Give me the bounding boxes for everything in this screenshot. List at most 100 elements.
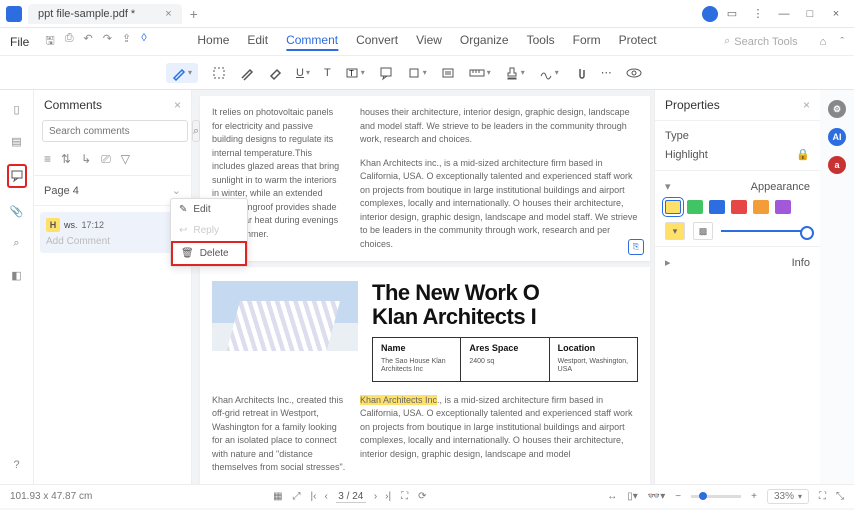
- text-tool[interactable]: T: [324, 67, 331, 79]
- feedback-icon[interactable]: ▭: [720, 2, 744, 26]
- swatch-orange[interactable]: [753, 200, 769, 214]
- attachments-panel-icon[interactable]: 📎: [8, 202, 26, 220]
- bookmarks-icon[interactable]: ▤: [8, 132, 26, 150]
- first-page-icon[interactable]: |‹: [311, 491, 317, 502]
- signature-tool[interactable]: ▾: [539, 66, 559, 80]
- close-panel-icon[interactable]: ×: [174, 98, 181, 112]
- page-input[interactable]: [336, 491, 366, 503]
- textbox-tool[interactable]: T▾: [345, 66, 365, 80]
- share-icon[interactable]: ⇪: [122, 32, 131, 51]
- stamp-tool[interactable]: ▾: [505, 66, 525, 80]
- user-avatar[interactable]: [702, 6, 718, 22]
- undo-icon[interactable]: ↶: [84, 32, 93, 51]
- comments-panel-icon[interactable]: [7, 164, 27, 188]
- page-action-icon[interactable]: ⎘: [628, 239, 644, 255]
- read-icon[interactable]: 👓▾: [648, 491, 665, 502]
- close-button[interactable]: ×: [824, 2, 848, 26]
- actual-size-icon[interactable]: ⛶: [819, 491, 826, 502]
- single-page-icon[interactable]: ▯▾: [627, 491, 638, 502]
- tab-convert[interactable]: Convert: [356, 33, 398, 51]
- page-section-header[interactable]: Page 4 ⌄: [34, 176, 191, 206]
- swatch-blue[interactable]: [709, 200, 725, 214]
- comment-item[interactable]: H ws. 17:12 ⋯ Add Comment: [40, 212, 185, 253]
- tab-close-icon[interactable]: ×: [165, 8, 171, 20]
- next-page-icon[interactable]: ›: [374, 491, 377, 502]
- info-label[interactable]: Info: [792, 257, 810, 269]
- collapse-ribbon-icon[interactable]: ˆ: [840, 36, 844, 48]
- kebab-icon[interactable]: ⋮: [746, 2, 770, 26]
- fields-panel-icon[interactable]: ◧: [8, 266, 26, 284]
- tab-protect[interactable]: Protect: [619, 33, 657, 51]
- zoom-in-icon[interactable]: +: [751, 491, 757, 502]
- ctx-edit[interactable]: ✎Edit: [171, 199, 247, 220]
- new-tab-button[interactable]: +: [190, 6, 198, 22]
- note-tool[interactable]: [441, 66, 455, 80]
- fit-width-icon[interactable]: ↔: [607, 491, 617, 502]
- highlight-quick-icon[interactable]: ◊: [141, 32, 146, 51]
- swatch-green[interactable]: [687, 200, 703, 214]
- file-menu[interactable]: File: [10, 35, 29, 49]
- expand-all-icon[interactable]: ≡: [44, 152, 51, 167]
- minimize-button[interactable]: —: [772, 2, 796, 26]
- tab-form[interactable]: Form: [573, 33, 601, 51]
- lock-icon[interactable]: 🔒: [796, 148, 810, 161]
- highlighted-text[interactable]: Khan Architects Inc: [360, 395, 437, 405]
- more-tool[interactable]: ⋯: [601, 66, 612, 79]
- thumbnails-icon[interactable]: ▯: [8, 100, 26, 118]
- zoom-select[interactable]: 33%▾: [767, 489, 809, 504]
- opacity-slider[interactable]: [721, 230, 810, 232]
- pencil-tool[interactable]: [240, 66, 254, 80]
- tab-view[interactable]: View: [416, 33, 442, 51]
- tab-tools[interactable]: Tools: [527, 33, 555, 51]
- search-panel-icon[interactable]: ⌕: [8, 234, 26, 252]
- reply-icon[interactable]: ↳: [81, 152, 91, 167]
- fill-color-picker[interactable]: ▾: [665, 222, 685, 240]
- document-tab[interactable]: ppt file-sample.pdf * ×: [28, 4, 182, 24]
- tab-edit[interactable]: Edit: [247, 33, 268, 51]
- help-icon[interactable]: ?: [8, 456, 26, 474]
- tab-comment[interactable]: Comment: [286, 33, 338, 51]
- measure-tool[interactable]: ▾: [469, 66, 491, 80]
- last-page-icon[interactable]: ›|: [385, 491, 391, 502]
- help-icon[interactable]: ⌂: [820, 36, 827, 48]
- add-comment-input[interactable]: Add Comment: [46, 232, 179, 253]
- close-properties-icon[interactable]: ×: [803, 98, 810, 112]
- ctx-delete[interactable]: 🗑Delete: [171, 241, 247, 266]
- tab-home[interactable]: Home: [197, 33, 229, 51]
- swatch-purple[interactable]: [775, 200, 791, 214]
- eraser-tool[interactable]: [268, 66, 282, 80]
- swatch-yellow[interactable]: [665, 200, 681, 214]
- print-icon[interactable]: ⎙: [65, 32, 74, 51]
- ai-assistant-icon[interactable]: AI: [828, 128, 846, 146]
- zoom-out-icon[interactable]: −: [675, 491, 681, 502]
- sort-icon[interactable]: ⇅: [61, 152, 71, 167]
- filter-icon[interactable]: ▽: [121, 152, 130, 167]
- area-highlight-tool[interactable]: [212, 66, 226, 80]
- highlighter-tool[interactable]: ▾: [166, 63, 198, 83]
- fullscreen-icon[interactable]: ⤡: [836, 491, 844, 502]
- document-viewport[interactable]: It relies on photovoltaic panels for ele…: [192, 90, 654, 484]
- maximize-button[interactable]: □: [798, 2, 822, 26]
- reflow-icon[interactable]: ⤢: [293, 491, 301, 502]
- view-mode-icon[interactable]: ▦: [273, 491, 282, 502]
- redo-icon[interactable]: ↷: [103, 32, 112, 51]
- search-tools-input[interactable]: Search Tools: [734, 36, 797, 48]
- callout-tool[interactable]: [379, 66, 393, 80]
- settings-circle-icon[interactable]: ⚙: [828, 100, 846, 118]
- tab-organize[interactable]: Organize: [460, 33, 509, 51]
- zoom-slider[interactable]: [691, 495, 741, 498]
- prev-page-icon[interactable]: ‹: [324, 491, 327, 502]
- translate-icon[interactable]: a: [828, 156, 846, 174]
- save-icon[interactable]: 🖫: [45, 32, 54, 51]
- attachment-tool[interactable]: [573, 66, 587, 80]
- fit-page-icon[interactable]: ⛶: [401, 491, 408, 502]
- hide-comments-tool[interactable]: [626, 67, 642, 79]
- comment-user: ws.: [64, 220, 78, 230]
- shape-tool[interactable]: ▾: [407, 66, 427, 80]
- opacity-pattern-icon[interactable]: ▩: [693, 222, 713, 240]
- rotate-icon[interactable]: ⟳: [418, 491, 426, 502]
- options-icon[interactable]: ⎚: [101, 152, 111, 167]
- comments-search-input[interactable]: [42, 120, 188, 142]
- swatch-red[interactable]: [731, 200, 747, 214]
- underline-tool[interactable]: U▾: [296, 67, 310, 79]
